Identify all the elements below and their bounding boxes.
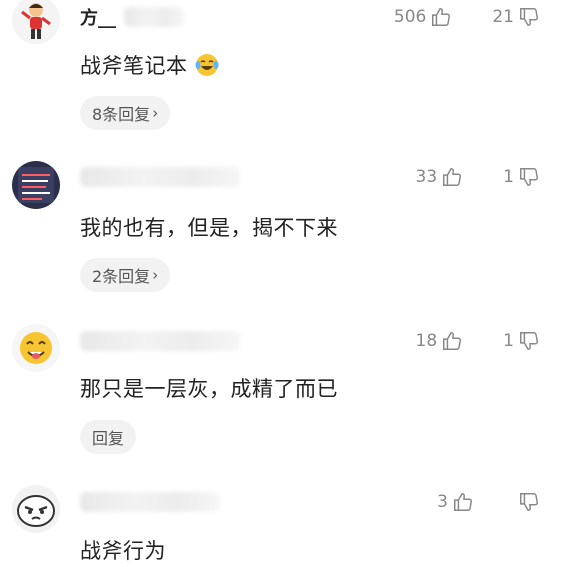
- thumbs-down-icon: [518, 166, 540, 188]
- dislike-count: 21: [492, 7, 514, 27]
- reply-label: 回复: [92, 429, 125, 448]
- comment-text: 那只是一层灰，成精了而已: [80, 377, 338, 401]
- avatar[interactable]: [12, 485, 60, 533]
- comment-text: 我的也有，但是，揭不下来: [80, 216, 338, 240]
- dislike-button[interactable]: [514, 491, 540, 513]
- redacted-username: [80, 167, 240, 187]
- comment-text-row: 战斧笔记本: [80, 48, 220, 82]
- thumbs-down-icon: [518, 330, 540, 352]
- like-count: 3: [437, 492, 448, 512]
- replies-label: 2条回复: [92, 267, 151, 286]
- redacted-username: [124, 7, 184, 27]
- redacted-username: [80, 492, 220, 512]
- chevron-right-icon: ›: [152, 104, 159, 122]
- reply-button[interactable]: 回复: [80, 420, 137, 454]
- like-button[interactable]: 506: [394, 6, 452, 28]
- vote-stats: 506 21: [394, 2, 540, 32]
- thumbs-up-icon: [441, 330, 463, 352]
- comment-text-row: 我的也有，但是，揭不下来: [80, 210, 338, 244]
- comment-text: 战斧行为: [80, 539, 166, 563]
- username-row: 方__: [80, 2, 184, 32]
- like-button[interactable]: 3: [437, 491, 474, 513]
- replies-button[interactable]: 2条回复 ›: [80, 258, 171, 292]
- like-button[interactable]: 33: [416, 166, 464, 188]
- like-count: 506: [393, 7, 427, 27]
- comment-item: 18 1 那只是一层灰，成精了而已 回复: [0, 312, 562, 472]
- comment-text-row: 那只是一层灰，成精了而已: [80, 371, 338, 405]
- thumbs-down-icon: [518, 491, 540, 513]
- avatar[interactable]: [12, 324, 60, 372]
- chevron-right-icon: ›: [152, 266, 159, 284]
- dislike-button[interactable]: 21: [492, 6, 540, 28]
- vote-stats: 33 1: [416, 162, 540, 192]
- dislike-count: 1: [503, 167, 514, 187]
- avatar[interactable]: [12, 0, 60, 44]
- username-row: [80, 326, 240, 356]
- thumbs-up-icon: [441, 166, 463, 188]
- comment-text: 战斧笔记本: [80, 54, 188, 78]
- like-count: 18: [415, 331, 438, 351]
- thumbs-up-icon: [452, 491, 474, 513]
- comment-item: 33 1 我的也有，但是，揭不下来 2条回复 ›: [0, 150, 562, 310]
- username-row: [80, 487, 220, 517]
- dislike-button[interactable]: 1: [503, 330, 540, 352]
- like-count: 33: [415, 167, 438, 187]
- comment-item: 方__ 506 21 战斧笔记本 8条回复 ›: [0, 0, 562, 150]
- comment-item: 3 战斧行为: [0, 475, 562, 563]
- like-button[interactable]: 18: [416, 330, 464, 352]
- dislike-button[interactable]: 1: [503, 166, 540, 188]
- laughing-tears-emoji-icon: [195, 54, 218, 76]
- avatar[interactable]: [12, 161, 60, 209]
- replies-button[interactable]: 8条回复 ›: [80, 96, 171, 130]
- vote-stats: 18 1: [416, 326, 540, 356]
- username-row: [80, 162, 240, 192]
- username[interactable]: 方__: [80, 4, 116, 30]
- vote-stats: 3: [437, 487, 540, 517]
- thumbs-up-icon: [430, 6, 452, 28]
- dislike-count: 1: [503, 331, 514, 351]
- replies-label: 8条回复: [92, 105, 151, 124]
- redacted-username: [80, 331, 240, 351]
- thumbs-down-icon: [518, 6, 540, 28]
